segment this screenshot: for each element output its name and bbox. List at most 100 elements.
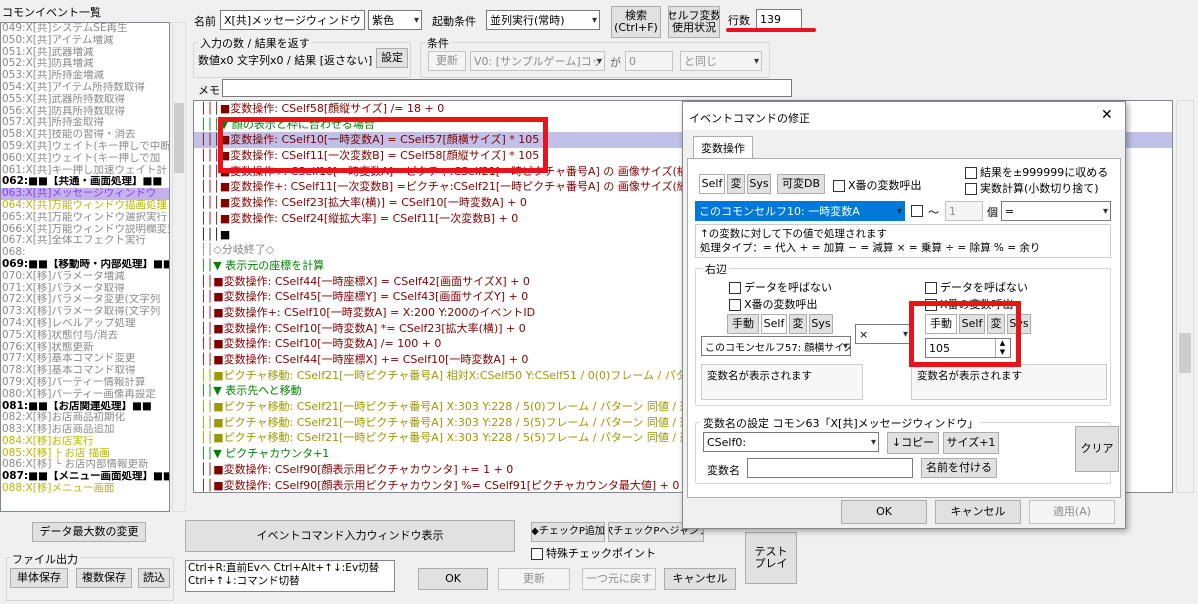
dialog-apply-button[interactable]: 適用(A) [1029, 500, 1115, 524]
event-list-item[interactable]: 077:X[移]基本コマンド変更 [1, 353, 169, 365]
common-event-list[interactable]: 049:X[共]システムSE再生 050:X[共]アイテム増減 051:X[共]武器… [0, 22, 170, 512]
memo-input[interactable] [222, 79, 792, 97]
event-list-item[interactable]: 072:X[移]パラメータ変更(文字列 [1, 294, 169, 306]
left-self-button[interactable]: Self [761, 314, 787, 334]
dialog-cancel-button[interactable]: キャンセル [935, 500, 1021, 524]
event-list-item[interactable]: 068: [1, 247, 169, 259]
event-list-item[interactable]: 075:X[移]状態付与/消去 [1, 330, 169, 342]
special-checkpoint[interactable]: 特殊チェックポイント [531, 545, 656, 561]
dialog-ok-button[interactable]: OK [841, 500, 927, 524]
size-plus-button[interactable]: サイズ+1 [943, 432, 999, 454]
multi-save-button[interactable]: 複数保存 [76, 568, 132, 588]
special-checkpoint-checkbox[interactable] [531, 548, 543, 560]
color-select[interactable]: 紫色 [368, 10, 422, 30]
x-call-checkbox[interactable] [833, 180, 845, 192]
no-data-right[interactable]: データを呼ばない [925, 279, 1028, 295]
mode-var-button[interactable]: 変 [727, 174, 745, 194]
event-list-item[interactable]: 081:■■【お店関連処理】■■ [1, 401, 169, 413]
event-list-item[interactable]: 082:X[移]お店商品初期化 [1, 412, 169, 424]
real-calc-option[interactable]: 実数計算(小数切り捨て) [965, 180, 1099, 196]
event-list-item[interactable]: 065:X[共]万能ウィンドウ選択実行 [1, 212, 169, 224]
event-name-input[interactable]: X[共]メッセージウィンドウ [220, 10, 365, 30]
main-update-button[interactable]: 更新 [498, 568, 570, 590]
event-list-item[interactable]: 083:X[移]お店商品追加 [1, 424, 169, 436]
event-list-item[interactable]: 086:X[移] └ お店内部情報更新 [1, 459, 169, 471]
clear-button[interactable]: クリア [1075, 426, 1119, 472]
condition-update-button[interactable]: 更新 [428, 51, 466, 71]
clamp-checkbox[interactable] [965, 167, 977, 179]
xcall-left-checkbox[interactable] [729, 299, 741, 311]
event-list-item[interactable]: 053:X[共]所持金増減 [1, 70, 169, 82]
mode-sys-button[interactable]: Sys [747, 174, 771, 194]
event-list-item[interactable]: 057:X[共]所持金取得 [1, 117, 169, 129]
left-manual-button[interactable]: 手動 [727, 314, 759, 334]
event-list-item[interactable]: 073:X[移]パラメータ取得(文字列 [1, 306, 169, 318]
left-sys-button[interactable]: Sys [809, 314, 833, 334]
event-list-item[interactable]: 084:X[移]お店実行 [1, 436, 169, 448]
mode-db-button[interactable]: 可変DB [777, 174, 825, 194]
command-input-window-button[interactable]: イベントコマンド入力ウィンドウ表示 [185, 520, 515, 552]
event-list-item[interactable]: 076:X[移]状態更新 [1, 342, 169, 354]
add-checkpoint-button[interactable]: ◆チェックP追加 [531, 522, 605, 542]
event-list-item[interactable]: 088:X[移]メニュー画面 [1, 483, 169, 495]
data-max-button[interactable]: データ最大数の変更 [32, 522, 146, 542]
assign-name-button[interactable]: 名前を付ける [921, 458, 997, 478]
main-cancel-button[interactable]: キャンセル [664, 568, 736, 590]
scroll-thumb[interactable] [174, 103, 184, 173]
event-list-item[interactable]: 058:X[共]技能の習得・消去 [1, 129, 169, 141]
copy-button[interactable]: ↓コピー [887, 432, 939, 454]
left-var-button[interactable]: 変 [789, 314, 807, 334]
real-calc-checkbox[interactable] [965, 183, 977, 195]
event-list-item[interactable]: 050:X[共]アイテム増減 [1, 35, 169, 47]
condition-num[interactable]: 0 [625, 51, 673, 71]
event-list-item[interactable]: 060:X[共]ウェイト(キー押しで加 [1, 153, 169, 165]
cself-select[interactable]: CSelf0: [703, 432, 879, 452]
operator-select[interactable]: × [855, 324, 911, 344]
search-button[interactable]: 検索 (Ctrl+F) [611, 6, 661, 38]
io-settings-button[interactable]: 設定 [376, 48, 408, 68]
x-call-option[interactable]: X番の変数呼出 [833, 177, 922, 193]
no-data-left[interactable]: データを呼ばない [729, 279, 832, 295]
event-list-scrollbar[interactable] [172, 22, 186, 512]
event-list-item[interactable]: 067:X[共]全体エフェクト実行 [1, 235, 169, 247]
main-undo-button[interactable]: 一つ元に戻す [582, 568, 656, 590]
self-var-usage-button[interactable]: セルフ変数 使用状況 [668, 6, 720, 38]
script-scrollbar[interactable] [1176, 100, 1194, 493]
main-ok-button[interactable]: OK [418, 568, 488, 590]
load-button[interactable]: 読込 [138, 568, 170, 588]
count-input[interactable]: 1 [945, 201, 983, 221]
event-list-item[interactable]: 085:X[移] ├ お店 描画 [1, 448, 169, 460]
event-list-item[interactable]: 079:X[移]パーティー情報計算 [1, 377, 169, 389]
event-list-item[interactable]: 080:X[移]パーティー画像再設定 [1, 389, 169, 401]
clamp-option[interactable]: 結果を±999999に収める [965, 164, 1108, 180]
event-list-item[interactable]: 066:X[共]万能ウィンドウ説明欄変更 [1, 224, 169, 236]
event-list-item[interactable]: 059:X[共]ウェイト(キー押しで中断 [1, 141, 169, 153]
event-list-item[interactable]: 063:X[共]メッセージウィンドウ [1, 188, 169, 200]
test-play-button[interactable]: テスト プレイ [745, 532, 797, 584]
script-scroll-thumb[interactable] [1179, 333, 1191, 373]
xcall-left[interactable]: X番の変数呼出 [729, 296, 818, 312]
condition-op-select[interactable]: と同じ [680, 51, 762, 71]
range-checkbox[interactable] [911, 205, 923, 217]
condition-var-select[interactable]: V0: [サンプルゲーム]コッ [470, 51, 605, 71]
single-save-button[interactable]: 単体保存 [10, 568, 68, 588]
left-value-select[interactable]: このコモンセルフ57: 顔横サイズ [701, 336, 851, 356]
event-list-item[interactable]: 061:X[共]キー押し加速ウェイト計 [1, 165, 169, 177]
event-list-item[interactable]: 056:X[共]防具所持数取得 [1, 106, 169, 118]
event-list-item[interactable]: 049:X[共]システムSE再生 [1, 23, 169, 35]
target-var-select[interactable]: このコモンセルフ10: 一時変数A [695, 201, 905, 221]
event-list-item[interactable]: 069:■■【移動時・内部処理】■■ [1, 259, 169, 271]
event-list-item[interactable]: 051:X[共]武器増減 [1, 47, 169, 59]
event-list-item[interactable]: 074:X[移]レベルアップ処理 [1, 318, 169, 330]
no-data-right-checkbox[interactable] [925, 282, 937, 294]
no-data-left-checkbox[interactable] [729, 282, 741, 294]
event-list-item[interactable]: 087:■■【メニュー画面処理】■■ [1, 471, 169, 483]
mode-self-button[interactable]: Self [699, 174, 725, 194]
event-list-item[interactable]: 055:X[共]武器所持数取得 [1, 94, 169, 106]
event-list-item[interactable]: 064:X[共]万能ウィンドウ描画処理 [1, 200, 169, 212]
varname-input[interactable] [747, 458, 913, 478]
tab-variable-op[interactable]: 変数操作 [693, 136, 753, 158]
event-list-item[interactable]: 054:X[共]アイテム所持数取得 [1, 82, 169, 94]
event-list-item[interactable]: 062:■■【共通・画面処理】■■ [1, 176, 169, 188]
assign-op-select[interactable]: = [1001, 201, 1111, 221]
